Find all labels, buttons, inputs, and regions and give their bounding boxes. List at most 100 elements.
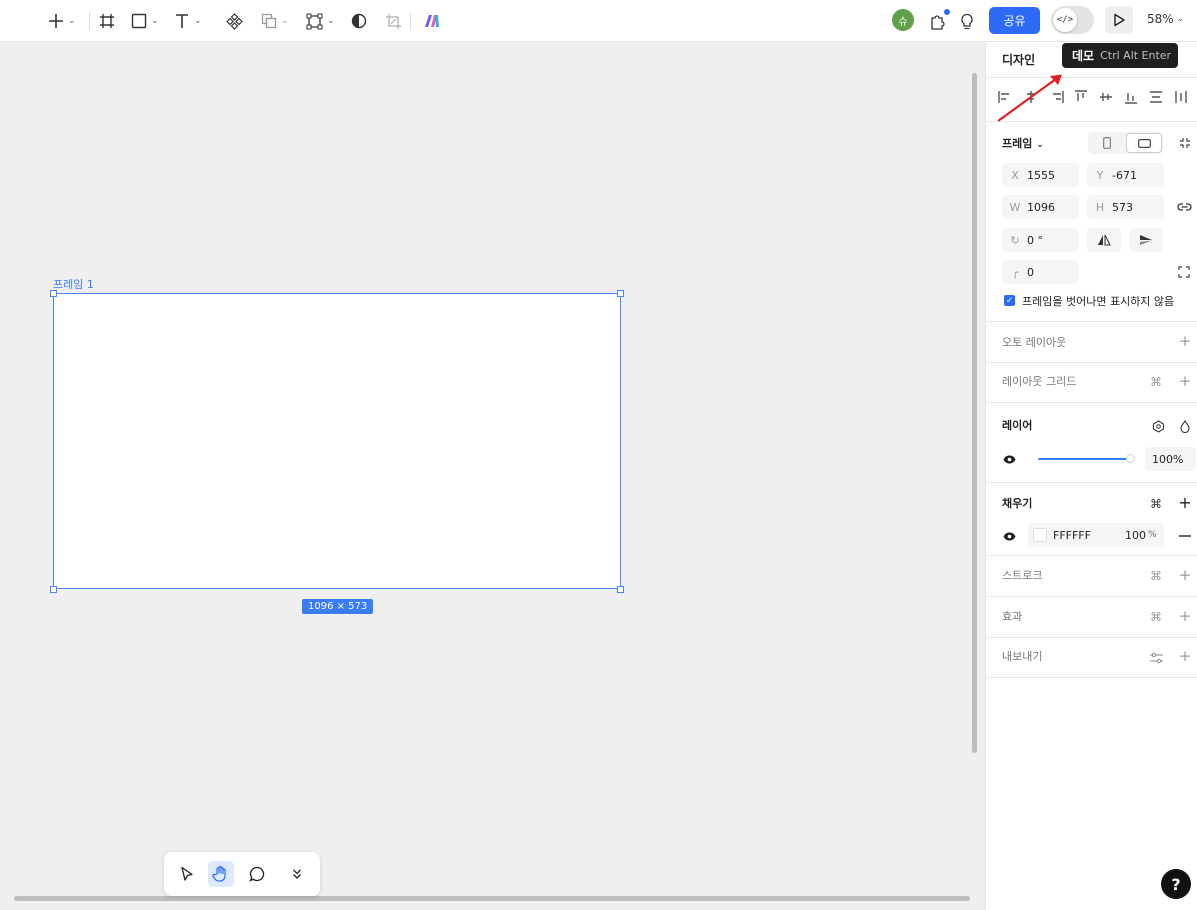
horizontal-scrollbar[interactable] <box>14 896 970 901</box>
ideas-button[interactable] <box>959 8 975 34</box>
crop-tool[interactable] <box>386 8 401 34</box>
resize-handle-top-left[interactable] <box>50 290 57 297</box>
minus-icon <box>1179 535 1191 537</box>
selected-frame[interactable] <box>53 293 621 589</box>
fill-opacity-value: 100 <box>1125 529 1146 542</box>
drop-icon <box>1180 419 1190 433</box>
y-position-field[interactable]: Y -671 <box>1087 163 1164 187</box>
constrain-proportions-button[interactable] <box>1176 200 1192 214</box>
corner-radius-field[interactable]: ╭ 0 <box>1002 260 1079 284</box>
vector-icon <box>306 13 323 29</box>
add-auto-layout-icon[interactable]: + <box>1178 332 1192 350</box>
section-divider <box>986 637 1197 638</box>
fill-color-swatch[interactable] <box>1033 528 1047 542</box>
collapse-frame-button[interactable] <box>1178 136 1192 150</box>
auto-layout-label: 오토 레이아웃 <box>1002 336 1067 349</box>
opacity-slider-track[interactable] <box>1038 458 1128 460</box>
remove-fill-button[interactable] <box>1178 529 1192 543</box>
top-toolbar: ⌄ ⌄ ⌄ ⌄ ⌄ 슈 공유 </> 58% ⌄ <box>0 0 1197 42</box>
zoom-value: 58% <box>1147 12 1174 26</box>
add-layout-grid-icon[interactable]: + <box>1178 372 1192 390</box>
add-stroke-icon[interactable]: + <box>1178 566 1192 584</box>
sliders-icon <box>1149 652 1163 664</box>
zoom-dropdown[interactable]: 58% ⌄ <box>1147 12 1184 26</box>
eye-icon <box>1003 532 1015 540</box>
fill-color-field[interactable]: FFFFFF 100 % <box>1028 523 1164 547</box>
distribute-horizontal-icon[interactable] <box>1174 90 1188 104</box>
more-tools-button[interactable] <box>284 861 310 887</box>
hand-tool[interactable] <box>208 861 234 887</box>
opacity-slider-handle[interactable] <box>1126 454 1135 463</box>
play-icon <box>1113 13 1125 27</box>
double-chevron-down-icon <box>293 869 301 879</box>
present-demo-button[interactable] <box>1105 6 1133 34</box>
shape-tool[interactable]: ⌄ <box>131 8 159 34</box>
fill-styles-icon[interactable]: ⌘ <box>1149 497 1163 511</box>
distribute-vertical-icon[interactable] <box>1149 90 1163 104</box>
boolean-tool[interactable]: ⌄ <box>261 8 289 34</box>
flip-horizontal-button[interactable] <box>1087 228 1121 252</box>
resize-handle-bottom-right[interactable] <box>617 586 624 593</box>
comment-tool[interactable] <box>244 861 270 887</box>
tab-design[interactable]: 디자인 <box>1002 51 1035 68</box>
ai-tool[interactable] <box>423 8 441 34</box>
user-avatar[interactable]: 슈 <box>892 9 914 31</box>
portrait-button[interactable] <box>1090 134 1124 152</box>
width-field[interactable]: W 1096 <box>1002 195 1079 219</box>
frame-tool[interactable] <box>99 8 115 34</box>
add-effect-icon[interactable]: + <box>1178 607 1192 625</box>
frame-section-dropdown[interactable]: 프레임 ⌄ <box>1002 135 1044 151</box>
clip-content-checkbox[interactable]: ✓ <box>1004 295 1015 306</box>
chevron-down-icon: ⌄ <box>194 16 202 26</box>
height-field[interactable]: H 573 <box>1087 195 1164 219</box>
resize-handle-bottom-left[interactable] <box>50 586 57 593</box>
text-tool[interactable]: ⌄ <box>174 8 202 34</box>
app-root: ⌄ ⌄ ⌄ ⌄ ⌄ 슈 공유 </> 58% ⌄ 데모 Ctrl Alt Ent… <box>0 0 1197 910</box>
frame-name-label[interactable]: 프레임 1 <box>53 276 94 292</box>
section-divider <box>986 555 1197 556</box>
mask-tool[interactable] <box>351 8 367 34</box>
section-divider <box>986 321 1197 322</box>
grid-styles-icon[interactable]: ⌘ <box>1149 375 1163 389</box>
corners-icon <box>1178 266 1190 278</box>
frame-orientation-toggle <box>1088 132 1163 154</box>
add-fill-icon[interactable]: + <box>1178 493 1192 512</box>
blend-mode-button[interactable] <box>1151 419 1165 433</box>
component-icon <box>226 12 243 30</box>
landscape-button[interactable] <box>1126 133 1162 153</box>
share-button[interactable]: 공유 <box>989 7 1040 34</box>
opacity-drop-button[interactable] <box>1178 419 1192 433</box>
notification-dot <box>944 9 950 15</box>
align-vertical-center-icon[interactable] <box>1099 90 1113 104</box>
vector-tool[interactable]: ⌄ <box>306 8 335 34</box>
component-tool[interactable] <box>226 8 243 34</box>
mask-icon <box>351 13 367 29</box>
eye-icon <box>1003 455 1015 463</box>
add-tool[interactable]: ⌄ <box>48 8 76 34</box>
align-bottom-icon[interactable] <box>1124 90 1138 104</box>
layer-opacity-field[interactable]: 100% <box>1145 447 1196 471</box>
flip-vertical-button[interactable] <box>1129 228 1163 252</box>
frame-size-badge: 1096 × 573 <box>302 599 374 614</box>
rotation-field[interactable]: ↻ 0 ° <box>1002 228 1079 252</box>
fill-visibility-button[interactable] <box>1002 529 1016 543</box>
chevron-down-icon: ⌄ <box>281 16 289 26</box>
layer-visibility-button[interactable] <box>1002 452 1016 466</box>
export-settings-button[interactable] <box>1149 651 1163 665</box>
independent-corners-button[interactable] <box>1177 265 1191 279</box>
dev-mode-toggle[interactable]: </> <box>1051 6 1094 34</box>
add-export-icon[interactable]: + <box>1178 647 1192 665</box>
align-top-icon[interactable] <box>1074 90 1088 104</box>
layer-label: 레이어 <box>1002 419 1033 432</box>
portrait-icon <box>1103 137 1111 149</box>
x-position-field[interactable]: X 1555 <box>1002 163 1079 187</box>
effect-styles-icon[interactable]: ⌘ <box>1149 610 1163 624</box>
cursor-arrow-icon <box>181 866 193 881</box>
stroke-styles-icon[interactable]: ⌘ <box>1149 569 1163 583</box>
move-tool[interactable] <box>174 861 200 887</box>
help-button[interactable]: ? <box>1161 869 1191 899</box>
y-label: Y <box>1096 168 1104 182</box>
vertical-scrollbar[interactable] <box>972 73 977 753</box>
resize-handle-top-right[interactable] <box>617 290 624 297</box>
chevron-down-icon: ⌄ <box>1036 140 1044 150</box>
